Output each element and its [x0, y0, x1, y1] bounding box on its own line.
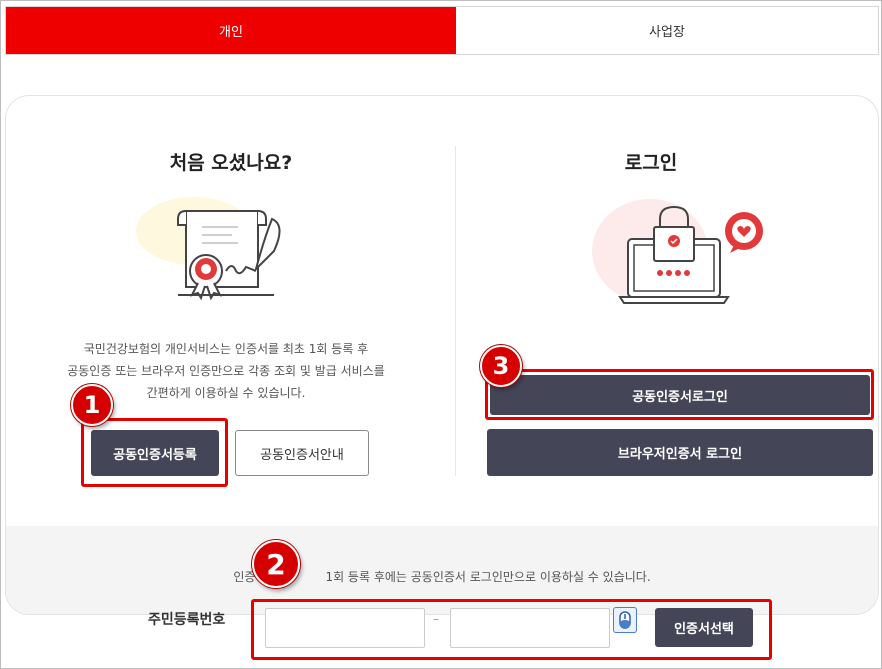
login-title: 로그인 [624, 152, 678, 174]
certificate-quill-icon [136, 197, 281, 301]
register-cert-button[interactable]: 공동인증서등록 [91, 430, 219, 476]
tab-bar: 개인 사업장 [5, 6, 879, 55]
tab-personal[interactable]: 개인 [6, 7, 456, 54]
tab-business[interactable]: 사업장 [456, 7, 878, 54]
virtual-keyboard-mouse-icon[interactable] [613, 607, 637, 633]
annotation-badge-2: 2 [252, 540, 300, 588]
browser-cert-login-button[interactable]: 브라우저인증서 로그인 [487, 429, 873, 476]
registration-panel: 인증 1회 등록 후에는 공동인증서 로그인만으로 이용하실 수 있습니다. [6, 526, 878, 614]
cert-login-button[interactable]: 공동인증서로그인 [490, 375, 870, 415]
column-divider [455, 146, 456, 476]
rrn-first-input[interactable] [265, 608, 425, 648]
rrn-dash: – [433, 612, 439, 626]
rrn-second-input[interactable] [450, 608, 610, 648]
login-card: 처음 오셨나요? 국민건강보험의 개인서비스는 인증서를 최초 1회 등록 후 … [5, 95, 879, 615]
rrn-label: 주민등록번호 [148, 612, 226, 628]
cert-guide-button[interactable]: 공동인증서안내 [235, 430, 369, 476]
first-visit-title: 처음 오셨나요? [169, 152, 293, 174]
annotation-badge-1: 1 [71, 384, 113, 426]
registration-notice: 인증 1회 등록 후에는 공동인증서 로그인만으로 이용하실 수 있습니다. [6, 568, 878, 585]
annotation-badge-3: 3 [480, 345, 522, 387]
registration-notice-prefix: 인증 [233, 570, 256, 584]
laptop-lock-icon [592, 199, 763, 304]
select-cert-button[interactable]: 인증서선택 [655, 608, 753, 647]
registration-notice-suffix: 1회 등록 후에는 공동인증서 로그인만으로 이용하실 수 있습니다. [325, 570, 651, 584]
